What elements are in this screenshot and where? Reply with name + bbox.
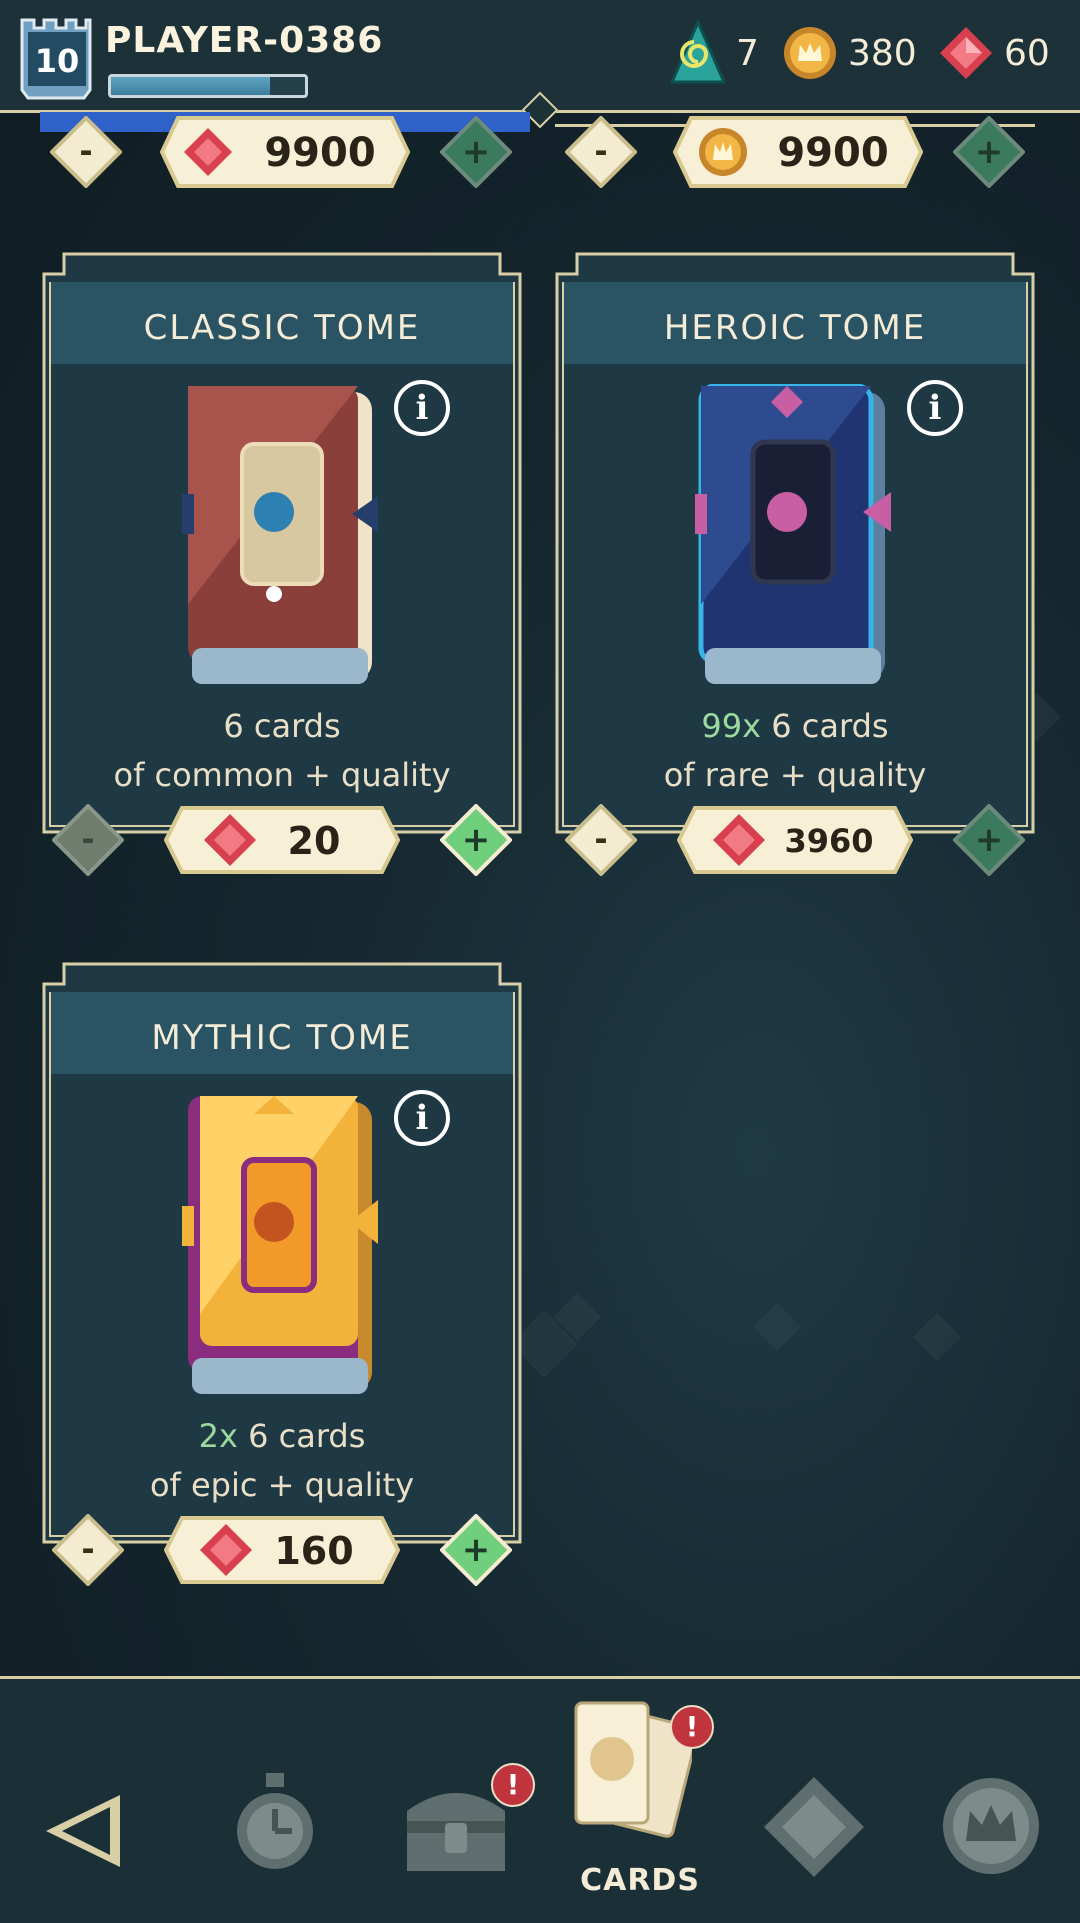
ruby-count: 60 — [1004, 32, 1050, 74]
price-value: 9900 — [264, 130, 375, 176]
info-icon[interactable]: i — [394, 380, 450, 436]
tome-card-count: 6 cards — [223, 707, 341, 745]
price-tag[interactable]: 9900 — [673, 114, 923, 190]
svg-text:-: - — [594, 132, 607, 170]
tome-description: 99x 6 cards of rare + quality — [555, 702, 1035, 800]
nav-timer[interactable] — [220, 1679, 340, 1923]
gem-diamond-icon — [764, 1777, 864, 1877]
xp-fill — [111, 77, 271, 95]
price-tag[interactable]: 160 — [164, 1514, 400, 1586]
svg-text:+: + — [462, 1530, 491, 1570]
top-price-row-left: - 9900 + — [40, 112, 530, 188]
price-tag[interactable]: 20 — [164, 804, 400, 876]
quantity-stepper: - 3960 + — [565, 798, 1025, 882]
plus-button[interactable]: + — [440, 1514, 512, 1586]
level-number: 10 — [35, 42, 80, 80]
currency-spiral-gem[interactable]: 7 — [670, 18, 759, 88]
heroic-tome-book-icon — [695, 384, 891, 684]
stopwatch-icon — [237, 1773, 313, 1869]
spiral-gem-count: 7 — [736, 32, 759, 74]
crown-medal-icon — [943, 1778, 1039, 1874]
xp-progress-bar — [108, 74, 308, 98]
tome-description: 2x 6 cards of epic + quality — [42, 1412, 522, 1510]
tome-card-count: 6 cards — [237, 1417, 366, 1455]
tome-card-heroic[interactable]: HEROIC TOME i 99x 6 cards of rare + qual… — [555, 252, 1035, 876]
nav-cards[interactable]: ! CARDS — [560, 1679, 720, 1923]
minus-button[interactable]: - — [52, 1514, 124, 1586]
tome-title: HEROIC TOME — [663, 308, 927, 348]
player-name: PLAYER-0386 — [105, 20, 384, 61]
tome-multiplier: 2x — [198, 1417, 238, 1455]
svg-text:-: - — [594, 820, 607, 858]
minus-button[interactable]: - — [565, 804, 637, 876]
info-icon[interactable]: i — [907, 380, 963, 436]
svg-text:-: - — [81, 820, 94, 858]
nav-cards-label: CARDS — [580, 1863, 700, 1898]
alert-badge: ! — [491, 1763, 535, 1807]
crown-coin-icon — [784, 27, 836, 79]
plus-button[interactable]: + — [440, 804, 512, 876]
price-value: 160 — [274, 1529, 353, 1573]
spiral-gem-icon — [670, 20, 726, 84]
crown-coin-count: 380 — [848, 32, 917, 74]
tome-card-classic[interactable]: CLASSIC TOME i 6 cards of common + quali… — [42, 252, 522, 876]
nav-gems[interactable] — [756, 1679, 876, 1923]
alert-badge: ! — [670, 1705, 714, 1749]
classic-tome-book-icon — [182, 386, 378, 684]
tome-title: MYTHIC TOME — [151, 1018, 413, 1058]
currency-crown-coin[interactable]: 380 — [782, 18, 917, 88]
plus-button[interactable]: + — [440, 116, 512, 188]
plus-button[interactable]: + — [953, 116, 1025, 188]
svg-text:-: - — [79, 132, 92, 170]
tome-description: 6 cards of common + quality — [42, 702, 522, 800]
quantity-stepper: - 20 + — [52, 798, 512, 882]
tome-multiplier: 99x — [701, 707, 762, 745]
tome-title: CLASSIC TOME — [143, 308, 421, 348]
tome-quality: of epic + quality — [149, 1466, 415, 1504]
nav-leagues[interactable] — [936, 1679, 1056, 1923]
tome-quality: of rare + quality — [663, 756, 927, 794]
minus-button[interactable]: - — [565, 116, 637, 188]
tome-card-count: 6 cards — [761, 707, 889, 745]
price-value: 3960 — [784, 822, 873, 860]
minus-button[interactable]: - — [52, 804, 124, 876]
svg-text:+: + — [462, 820, 491, 860]
back-arrow-icon — [46, 1795, 120, 1867]
price-value: 20 — [288, 819, 341, 863]
price-tag[interactable]: 9900 — [160, 114, 410, 190]
nav-chest[interactable]: ! — [395, 1679, 535, 1923]
mythic-tome-book-icon — [182, 1096, 378, 1394]
info-icon[interactable]: i — [394, 1090, 450, 1146]
nav-back[interactable] — [30, 1679, 150, 1923]
svg-text:-: - — [81, 1530, 94, 1568]
svg-text:+: + — [975, 132, 1004, 172]
tome-quality: of common + quality — [113, 756, 451, 794]
price-value: 9900 — [777, 130, 888, 176]
level-tower-icon[interactable]: 10 — [18, 10, 96, 100]
svg-text:+: + — [975, 820, 1004, 860]
svg-text:+: + — [462, 132, 491, 172]
ruby-icon — [940, 27, 992, 79]
currency-ruby[interactable]: 60 — [938, 18, 1050, 88]
minus-button[interactable]: - — [50, 116, 122, 188]
top-price-row-right: - 9900 + — [555, 112, 1045, 188]
tome-card-mythic[interactable]: MYTHIC TOME i 2x 6 cards of epic + quali… — [42, 962, 522, 1586]
bottom-nav: ! ! CARDS — [0, 1676, 1080, 1923]
price-tag[interactable]: 3960 — [677, 804, 913, 876]
quantity-stepper: - 160 + — [52, 1508, 512, 1592]
plus-button[interactable]: + — [953, 804, 1025, 876]
